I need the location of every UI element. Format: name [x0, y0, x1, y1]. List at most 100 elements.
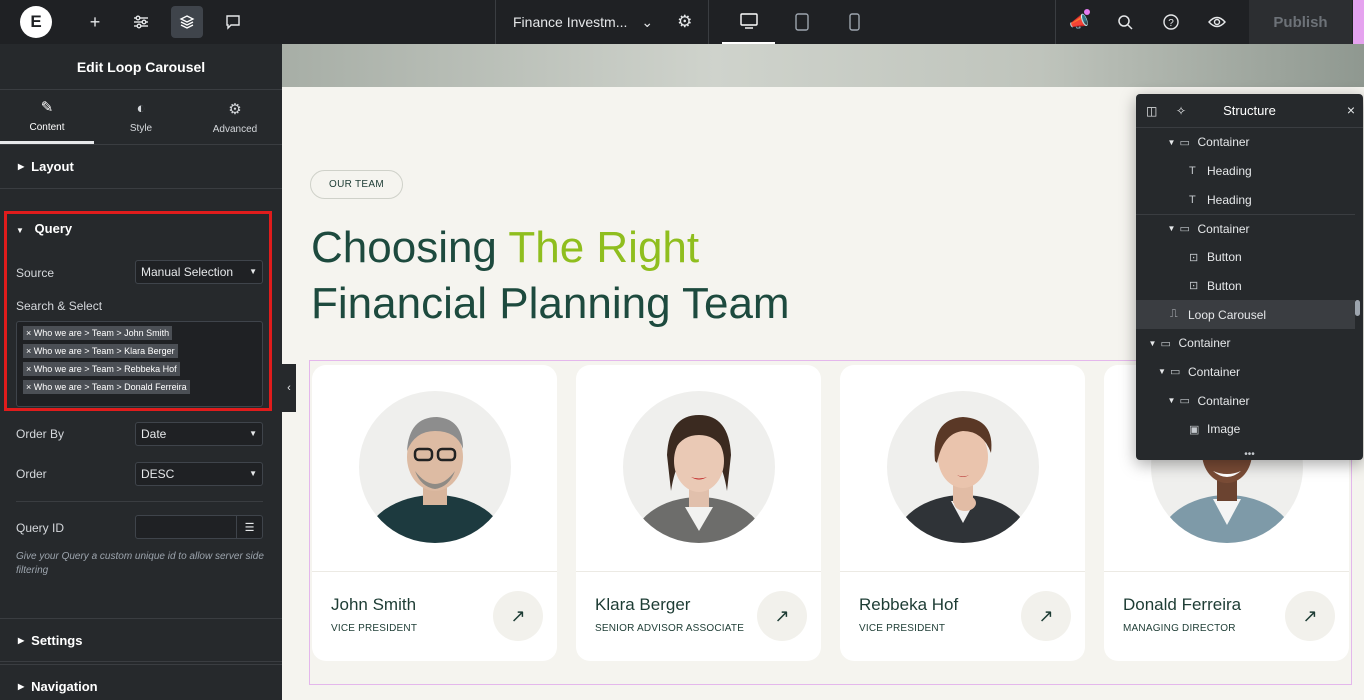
- heading-accent: The Right: [508, 223, 700, 272]
- structure-row[interactable]: ▼ ▭ Container: [1136, 358, 1355, 387]
- tab-content[interactable]: ✎ Content: [0, 90, 94, 144]
- structure-row[interactable]: ⎍ Loop Carousel: [1136, 300, 1355, 329]
- elementor-logo: E: [20, 6, 52, 38]
- structure-row-label: Container: [1197, 135, 1250, 150]
- query-id-input[interactable]: ☰: [135, 515, 263, 539]
- gear-icon: ⚙: [228, 100, 242, 118]
- caret-down-icon[interactable]: ▼: [1168, 224, 1180, 233]
- section-settings[interactable]: ▶ Settings: [0, 618, 282, 662]
- team-member-name: Klara Berger: [595, 595, 691, 614]
- desktop-icon: [739, 13, 758, 29]
- caret-down-icon[interactable]: ▼: [1168, 396, 1180, 405]
- container-icon: ▭: [1179, 395, 1190, 408]
- caret-down-icon: ▼: [16, 226, 24, 235]
- order-by-select[interactable]: Date ▼: [135, 422, 263, 446]
- tab-advanced-label: Advanced: [212, 123, 258, 135]
- caret-right-icon: ▶: [18, 635, 25, 645]
- resize-grip-icon[interactable]: •••: [1244, 450, 1255, 460]
- selected-post-tag[interactable]: × Who we are > Team > John Smith: [23, 326, 173, 340]
- structure-row[interactable]: ▼ ▭ Container: [1136, 214, 1355, 243]
- tablet-device-button[interactable]: [775, 0, 828, 44]
- structure-tree: ▼ ▭ Container T Heading T Heading ▼ ▭ Container ⊡ B…: [1136, 128, 1355, 444]
- structure-row-label: Heading: [1207, 192, 1252, 207]
- collapse-panel-button[interactable]: ‹: [282, 364, 296, 412]
- caret-down-icon[interactable]: ▼: [1158, 367, 1170, 376]
- editor-panel: Edit Loop Carousel ✎ Content ◐ Style ⚙ A…: [0, 44, 282, 700]
- structure-button[interactable]: [171, 6, 203, 38]
- section-layout[interactable]: ▶ Layout: [0, 145, 282, 189]
- source-select[interactable]: Manual Selection ▼: [135, 260, 263, 284]
- structure-row[interactable]: ▼ ▭ Container: [1136, 329, 1355, 358]
- order-select[interactable]: DESC ▼: [135, 462, 263, 486]
- card-link-button[interactable]: ↗: [1021, 591, 1071, 641]
- order-label: Order: [16, 467, 47, 481]
- preview-icon: [1208, 16, 1226, 28]
- caret-down-icon[interactable]: ▼: [1149, 339, 1161, 348]
- site-settings-button[interactable]: [118, 0, 164, 44]
- section-query[interactable]: ▼ Query: [16, 221, 72, 236]
- database-icon: ☰: [244, 521, 255, 534]
- page-heading: Choosing The Right Financial Planning Te…: [311, 220, 790, 332]
- selected-post-tag[interactable]: × Who we are > Team > Rebbeka Hof: [23, 362, 180, 376]
- team-card[interactable]: Klara Berger SENIOR ADVISOR ASSOCIATE ↗: [576, 365, 821, 661]
- desktop-device-button[interactable]: [722, 0, 775, 44]
- add-element-button[interactable]: +: [72, 0, 118, 44]
- mobile-device-button[interactable]: [828, 0, 881, 44]
- structure-row[interactable]: ⊡ Button: [1136, 243, 1355, 272]
- svg-text:?: ?: [1168, 18, 1174, 29]
- caret-down-icon[interactable]: ▼: [1168, 138, 1180, 147]
- structure-title: Structure: [1223, 103, 1276, 118]
- arrow-up-right-icon: ↗: [774, 605, 790, 626]
- dynamic-tags-button[interactable]: ☰: [236, 516, 262, 538]
- contrast-icon: ◐: [136, 100, 146, 117]
- page-settings-gear-icon[interactable]: ⚙: [677, 12, 692, 32]
- document-title-dropdown[interactable]: Finance Investm... ⌄ ⚙: [495, 0, 709, 44]
- structure-row[interactable]: ▼ ▭ Container: [1136, 386, 1355, 415]
- team-member-role: SENIOR ADVISOR ASSOCIATE: [595, 623, 745, 634]
- notification-dot: [1084, 9, 1090, 15]
- team-card[interactable]: John Smith VICE PRESIDENT ↗: [312, 365, 557, 661]
- sliders-icon: [134, 15, 148, 29]
- tab-style-label: Style: [129, 123, 153, 134]
- help-button[interactable]: ?: [1148, 0, 1194, 44]
- structure-row[interactable]: ▼ ▭ Container: [1136, 128, 1355, 157]
- tab-advanced[interactable]: ⚙ Advanced: [188, 90, 282, 144]
- section-navigation[interactable]: ▶ Navigation: [0, 664, 282, 700]
- selected-post-tag[interactable]: × Who we are > Team > Klara Berger: [23, 344, 178, 358]
- structure-row[interactable]: T Heading: [1136, 185, 1355, 214]
- card-link-button[interactable]: ↗: [757, 591, 807, 641]
- comment-icon: [226, 15, 240, 30]
- structure-row[interactable]: ▣ Image: [1136, 415, 1355, 444]
- preview-button[interactable]: [1194, 0, 1240, 44]
- close-icon[interactable]: ×: [1347, 102, 1355, 118]
- heading-part1: Choosing: [311, 223, 509, 272]
- card-link-button[interactable]: ↗: [493, 591, 543, 641]
- caret-right-icon: ▶: [18, 681, 25, 691]
- search-icon: [1118, 15, 1133, 30]
- notes-button[interactable]: [210, 0, 256, 44]
- order-by-value: Date: [141, 427, 167, 441]
- canvas-edge-indicator: [1353, 0, 1364, 44]
- panel-title: Edit Loop Carousel: [0, 44, 282, 90]
- whats-new-button[interactable]: 📣: [1056, 0, 1102, 44]
- finder-button[interactable]: [1102, 0, 1148, 44]
- container-icon: ▭: [1179, 136, 1190, 149]
- section-settings-label: Settings: [31, 632, 83, 648]
- publish-button[interactable]: Publish: [1249, 0, 1352, 44]
- announcement-icon: 📣: [1069, 14, 1089, 31]
- hero-image-strip: [282, 44, 1364, 87]
- structure-row[interactable]: ⊡ Button: [1136, 271, 1355, 300]
- structure-scrollbar[interactable]: [1355, 300, 1360, 316]
- card-divider: [312, 571, 557, 572]
- responsive-device-switcher: [722, 0, 881, 44]
- container-icon: ▭: [1170, 366, 1181, 379]
- selected-post-tag[interactable]: × Who we are > Team > Donald Ferreira: [23, 380, 190, 394]
- team-card[interactable]: Rebbeka Hof VICE PRESIDENT ↗: [840, 365, 1085, 661]
- elementor-logo-button[interactable]: E: [0, 0, 72, 44]
- structure-row-label: Container: [1197, 221, 1250, 236]
- card-link-button[interactable]: ↗: [1285, 591, 1335, 641]
- structure-row[interactable]: T Heading: [1136, 157, 1355, 186]
- tab-style[interactable]: ◐ Style: [94, 90, 188, 144]
- search-select-field[interactable]: × Who we are > Team > John Smith × Who w…: [16, 321, 263, 407]
- button-icon: ⊡: [1189, 280, 1199, 293]
